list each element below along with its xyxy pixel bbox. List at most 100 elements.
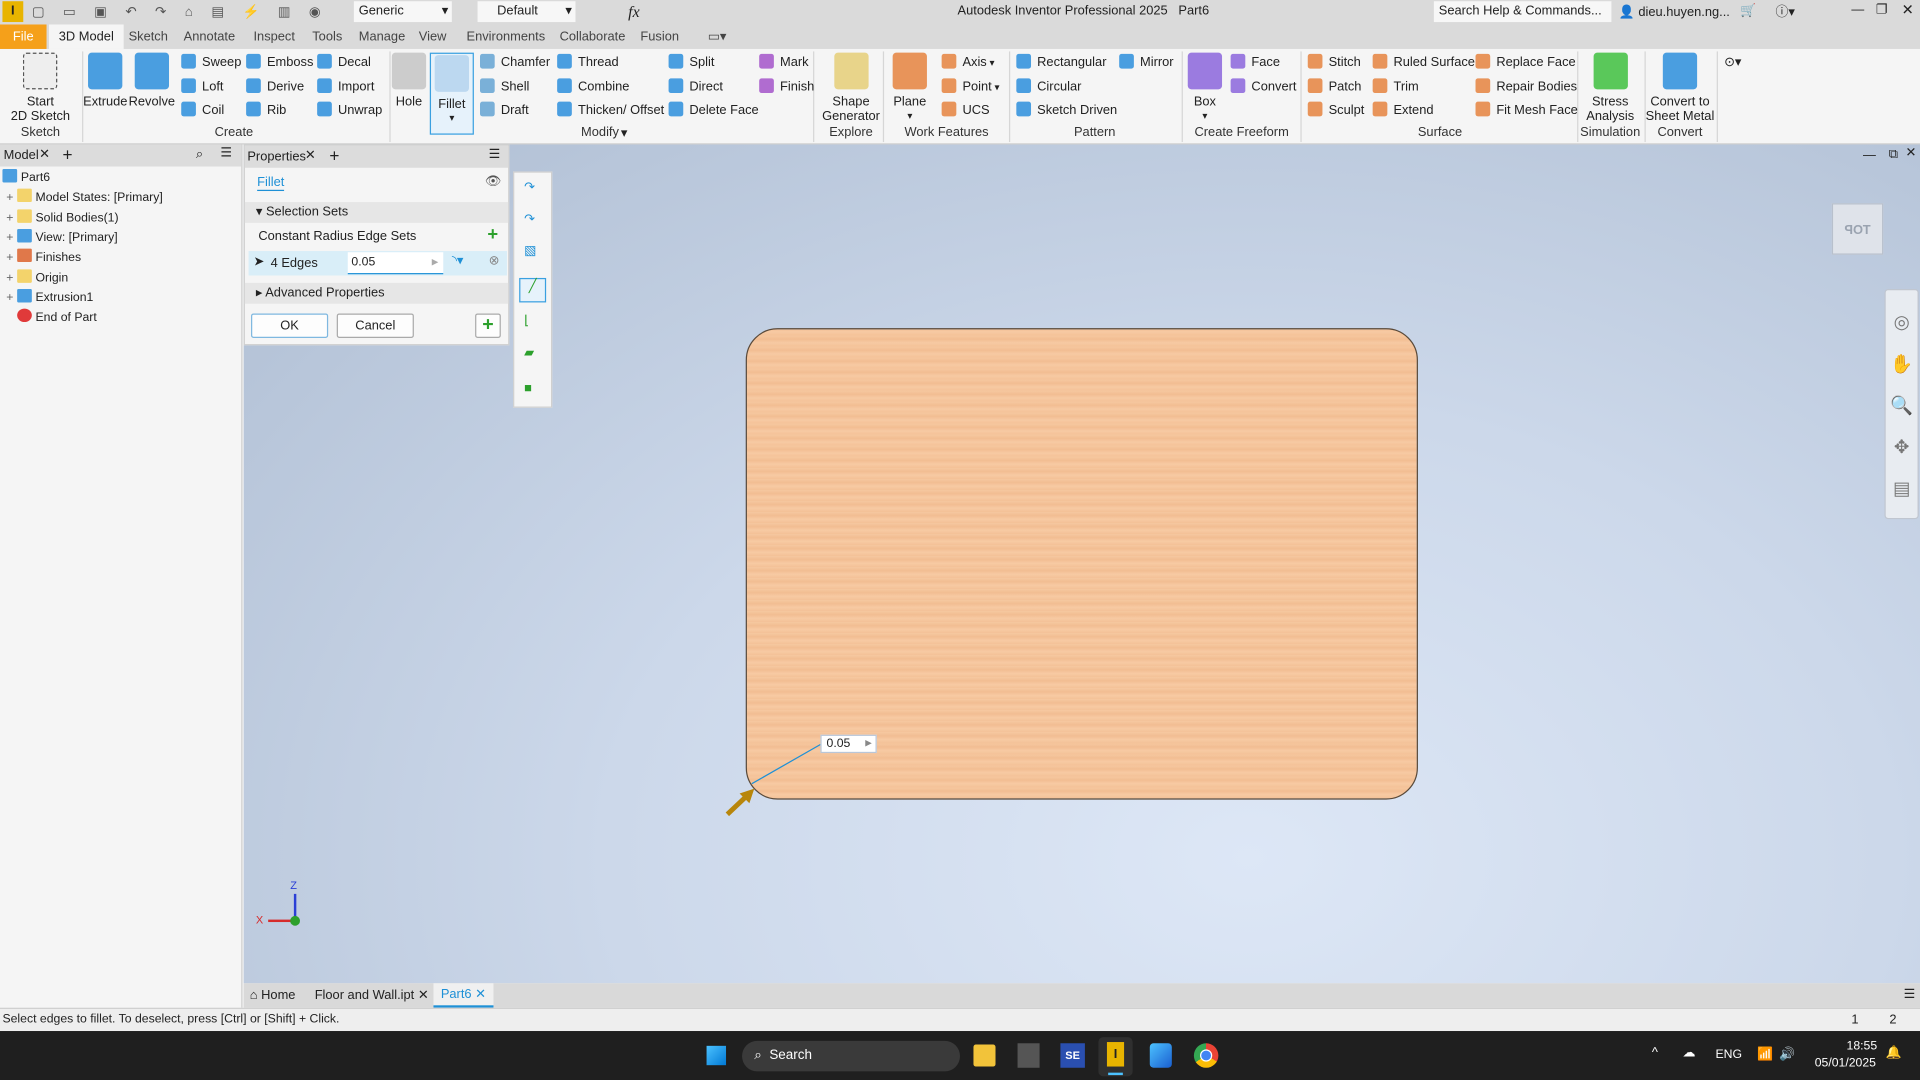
decal-button[interactable]: Decal [317,53,371,73]
taskbar-search[interactable]: ⌕ Search [742,1040,961,1072]
feature-name[interactable]: Fillet [257,175,285,192]
face-select-icon[interactable]: ↷ [524,212,535,227]
thread-button[interactable]: Thread [557,53,619,73]
circular-button[interactable]: Circular [1016,77,1081,97]
select-pointer-icon[interactable]: ➤ [253,255,264,270]
appearance-select[interactable]: Default ▾ [477,1,576,23]
import-button[interactable]: Import [317,77,374,97]
extend-button[interactable]: Extend [1372,100,1434,120]
fillet-profile-icon[interactable]: ◝▾ [452,253,463,268]
loop-filter-icon[interactable]: ⌊ [524,313,529,328]
sweep-button[interactable]: Sweep [181,53,241,73]
dropdown-arrow-icon[interactable]: ▾ [992,81,1000,92]
radius-input[interactable]: 0.05 ▶ [347,252,444,275]
tab-fusion[interactable]: Fusion [631,24,689,48]
split-button[interactable]: Split [668,53,714,73]
tab-environments[interactable]: Environments [457,24,555,48]
modify-dropdown-icon[interactable]: ▾ [621,124,627,144]
derive-button[interactable]: Derive [246,77,304,97]
clock-date[interactable]: 05/01/2025 [1815,1057,1876,1070]
tab-file[interactable]: File [0,24,47,49]
app-logo[interactable]: I [2,1,24,23]
tree-item-extrusion1[interactable]: + Extrusion1 [2,288,93,309]
shape-generator-button[interactable]: Shape Generator [822,52,880,124]
chrome-icon[interactable] [1193,1043,1219,1068]
cart-icon[interactable]: 🛒 [1740,2,1756,19]
add-tab-icon[interactable]: + [62,144,72,164]
viewport-close[interactable]: ✕ [1906,146,1917,161]
trim-button[interactable]: Trim [1372,77,1419,97]
start-icon[interactable] [705,1044,728,1067]
axis-button[interactable]: Axis ▾ [941,53,995,73]
help-icon[interactable]: ⓘ▾ [1776,2,1795,20]
notification-bell-icon[interactable]: 🔔 [1886,1044,1902,1061]
apply-add-button[interactable]: + [475,313,501,338]
tree-item-model-states-primary[interactable]: + Model States: [Primary] [2,188,163,209]
expand-icon[interactable]: + [2,269,17,289]
dropdown-arrow-icon[interactable]: ▾ [435,111,469,126]
stitch-button[interactable]: Stitch [1307,53,1361,73]
se-app-icon[interactable]: SE [1060,1043,1085,1068]
tab-inspect[interactable]: Inspect [244,24,305,48]
tree-item-end-of-part[interactable]: End of Part [2,308,97,329]
close-icon[interactable]: ✕ [39,147,50,162]
plane-button[interactable]: Plane ▾ [892,52,927,124]
edge-filter-icon[interactable]: ╱ [519,277,547,303]
navigation-bar[interactable]: ◎ ✋ 🔍 ✥ ▤ [1884,288,1919,520]
expand-icon[interactable]: + [2,209,17,229]
advanced-properties-header[interactable]: ▸ Advanced Properties [244,282,509,304]
selection-sets-header[interactable]: ▾ Selection Sets [244,202,509,223]
fillet-button[interactable]: Fillet ▾ [429,52,474,135]
tree-item-origin[interactable]: + Origin [2,268,68,289]
tree-item-finishes[interactable]: + Finishes [2,248,81,269]
viewcube[interactable]: TOP [1831,203,1884,255]
onedrive-icon[interactable]: ☁ [1682,1046,1695,1061]
feature-filter-icon[interactable]: ▰ [524,345,534,360]
quick-access-toolbar[interactable]: ▢ ▭ ▣ ↶ ↷ ⌂ ▤ ⚡ ▥ ◉ [32,4,350,21]
file-explorer-icon[interactable] [973,1044,996,1067]
shell-button[interactable]: Shell [480,77,529,97]
photos-app-icon[interactable] [1149,1043,1172,1068]
draft-button[interactable]: Draft [480,100,529,120]
ok-button[interactable]: OK [251,313,329,338]
tab-model[interactable]: Model [4,148,39,163]
expand-icon[interactable]: + [2,249,17,269]
combine-button[interactable]: Combine [557,77,629,97]
edge-set-row[interactable]: ➤ 4 Edges 0.05 ▶ ◝▾ ⊗ [248,251,507,276]
fit-mesh-face-button[interactable]: Fit Mesh Face [1475,100,1578,120]
dropdown-arrow-icon[interactable]: ▾ [987,58,995,69]
tab-3d-model[interactable]: 3D Model [48,24,124,49]
document-menu-icon[interactable]: ☰ [1904,987,1916,1002]
material-select[interactable]: Generic ▾ [353,1,452,23]
emboss-button[interactable]: Emboss [246,53,313,73]
rib-button[interactable]: Rib [246,100,286,120]
tree-item-solid-bodies-1[interactable]: + Solid Bodies(1) [2,208,119,229]
tab-annotate[interactable]: Annotate [174,24,245,48]
close-button[interactable]: ✕ [1902,1,1914,18]
expand-icon[interactable]: + [2,189,17,209]
repair-bodies-button[interactable]: Repair Bodies [1475,77,1577,97]
restore-button[interactable]: ❐ [1876,2,1888,17]
mark-button[interactable]: Mark [759,53,809,73]
start-2d-sketch-button[interactable]: Start 2D Sketch [11,52,70,124]
search-icon[interactable]: ⌕ [196,147,203,163]
tab-collaborate[interactable]: Collaborate [550,24,635,48]
fillet-radius-input[interactable]: 0.05 ▶ [820,734,877,754]
wifi-icon[interactable]: 📶 [1757,1046,1773,1062]
ucs-button[interactable]: UCS [941,100,990,120]
solid-filter-icon[interactable]: ■ [524,381,532,396]
feature-select-icon[interactable]: ▧ [524,244,536,259]
quick-options-icon[interactable]: ⊙▾ [1724,53,1741,73]
replace-face-button[interactable]: Replace Face [1475,53,1576,73]
finish-button[interactable]: Finish [759,77,814,97]
patch-button[interactable]: Patch [1307,77,1361,97]
part-body[interactable] [745,328,1418,800]
direct-button[interactable]: Direct [668,77,723,97]
help-search-input[interactable]: Search Help & Commands... [1433,1,1612,23]
volume-icon[interactable]: 🔊 [1779,1046,1795,1062]
clock-time[interactable]: 18:55 [1847,1040,1878,1053]
minimize-button[interactable]: — [1851,2,1864,17]
add-tab-icon[interactable]: + [329,146,339,166]
tree-item-part6[interactable]: Part6 [2,168,50,189]
delete-face-button[interactable]: Delete Face [668,100,759,120]
